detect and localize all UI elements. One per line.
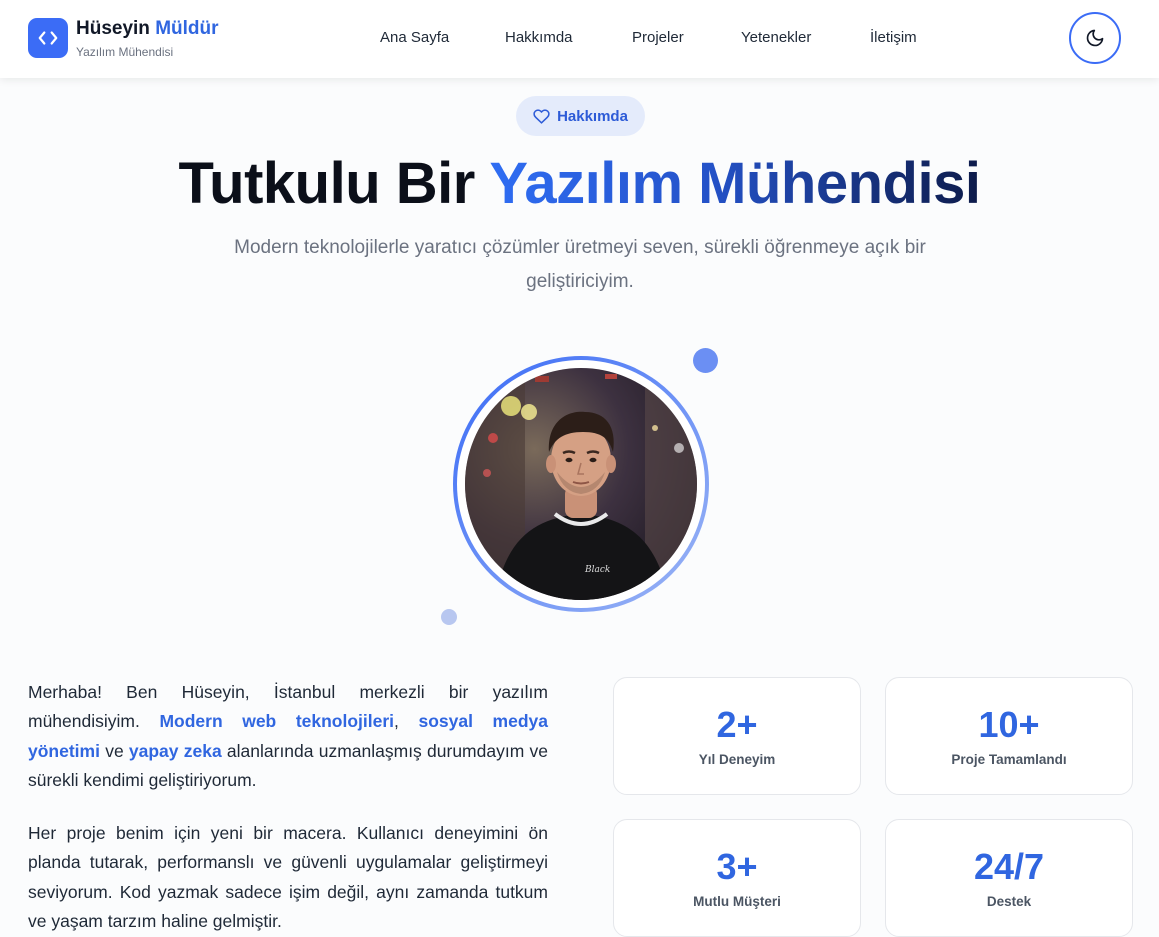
nav-contact[interactable]: İletişim <box>870 29 917 46</box>
stat-label: Yıl Deneyim <box>698 752 776 767</box>
moon-icon <box>1086 29 1104 47</box>
about-text: ve <box>99 740 129 761</box>
brand-last-name: Müldür <box>155 18 219 39</box>
avatar: Black <box>465 368 697 600</box>
site-header: Hüseyin Müldür Yazılım Mühendisi Ana Say… <box>0 0 1159 78</box>
decorative-dot <box>693 348 718 373</box>
code-brackets-icon <box>38 31 58 45</box>
nav-skills[interactable]: Yetenekler <box>741 29 811 46</box>
highlight-ai: yapay zeka <box>128 740 222 761</box>
page-title: Tutkulu Bir Yazılım Mühendisi <box>0 150 1159 217</box>
stat-value: 3+ <box>716 846 758 887</box>
title-accent: Yazılım Mühendisi <box>489 151 981 216</box>
section-badge: Hakkımda <box>516 96 645 136</box>
avatar-ring: Black <box>453 356 709 612</box>
stat-card-experience: 2+ Yıl Deneyim <box>613 677 861 795</box>
about-text: , <box>394 711 419 732</box>
brand-name[interactable]: Hüseyin Müldür <box>76 18 219 40</box>
stat-value: 2+ <box>716 704 758 745</box>
decorative-dot <box>441 609 457 625</box>
brand-first-name: Hüseyin <box>76 18 150 39</box>
title-plain: Tutkulu Bir <box>178 151 476 216</box>
stat-label: Mutlu Müşteri <box>693 894 781 909</box>
heart-icon <box>533 108 550 124</box>
stat-value: 10+ <box>978 704 1040 745</box>
stat-card-support: 24/7 Destek <box>885 819 1133 937</box>
theme-toggle-button[interactable] <box>1069 12 1121 64</box>
brand-subtitle: Yazılım Mühendisi <box>76 45 174 59</box>
svg-text:Black: Black <box>584 565 610 575</box>
about-paragraph-1: Merhaba! Ben Hüseyin, İstanbul merkezli … <box>28 678 548 795</box>
stat-card-projects: 10+ Proje Tamamlandı <box>885 677 1133 795</box>
badge-label: Hakkımda <box>557 107 628 125</box>
nav-projects[interactable]: Projeler <box>632 29 684 46</box>
nav-home[interactable]: Ana Sayfa <box>380 29 449 46</box>
hero-subtitle: Modern teknolojilerle yaratıcı çözümler … <box>234 237 926 292</box>
about-paragraph-2: Her proje benim için yeni bir macera. Ku… <box>28 823 548 931</box>
stat-card-clients: 3+ Mutlu Müşteri <box>613 819 861 937</box>
logo[interactable] <box>28 18 68 58</box>
stat-value: 24/7 <box>973 846 1045 887</box>
stat-label: Destek <box>986 894 1032 909</box>
highlight-web-tech: Modern web teknolojileri <box>159 711 395 732</box>
stat-label: Proje Tamamlandı <box>951 752 1067 767</box>
nav-about[interactable]: Hakkımda <box>505 29 573 46</box>
